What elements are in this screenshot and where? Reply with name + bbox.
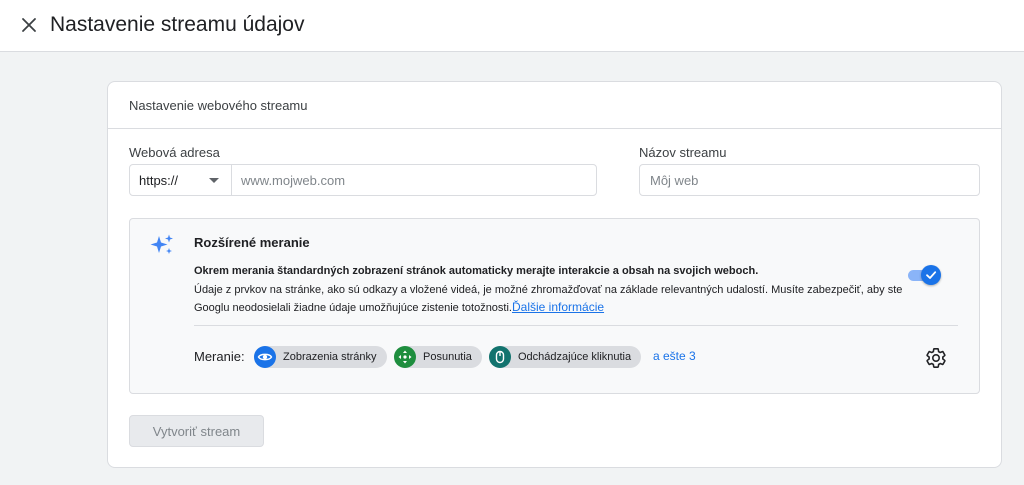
- gear-icon[interactable]: [925, 347, 947, 369]
- stream-name-label: Názov streamu: [639, 145, 727, 160]
- protocol-select[interactable]: https://: [130, 165, 232, 195]
- stream-name-input[interactable]: [639, 164, 980, 196]
- close-button[interactable]: [16, 12, 42, 38]
- url-field-group: https://: [129, 164, 597, 196]
- enhanced-measurement-summary: Okrem merania štandardných zobrazení str…: [194, 265, 759, 277]
- card-title: Nastavenie webového streamu: [129, 98, 308, 113]
- close-icon: [22, 18, 36, 32]
- check-icon: [926, 271, 937, 279]
- top-bar: Nastavenie streamu údajov: [0, 0, 1024, 52]
- enhanced-measurement-description: Údaje z prvkov na stránke, ako sú odkazy…: [194, 282, 914, 317]
- url-input[interactable]: [232, 165, 596, 195]
- chip-label: Zobrazenia stránky: [283, 351, 377, 363]
- create-stream-button[interactable]: Vytvoriť stream: [129, 415, 264, 447]
- enhanced-measurement-title: Rozšírené meranie: [194, 235, 310, 250]
- protocol-value: https://: [139, 172, 179, 188]
- chip-page-views[interactable]: Zobrazenia stránky: [254, 346, 387, 368]
- measuring-label: Meranie:: [194, 349, 245, 364]
- chip-outbound-clicks[interactable]: Odchádzajúce kliknutia: [489, 346, 642, 368]
- chip-scrolls[interactable]: Posunutia: [394, 346, 482, 368]
- more-measurements-link[interactable]: a ešte 3: [653, 349, 696, 363]
- divider: [194, 325, 958, 326]
- scroll-arrows-icon: [394, 346, 416, 368]
- eye-icon: [254, 346, 276, 368]
- web-stream-setup-card: Nastavenie webového streamu Webová adres…: [107, 81, 1002, 468]
- sparkle-icon: [150, 234, 173, 254]
- url-label: Webová adresa: [129, 145, 220, 160]
- chip-label: Posunutia: [423, 351, 472, 363]
- enhanced-measurement-toggle[interactable]: [907, 265, 941, 285]
- chip-label: Odchádzajúce kliknutia: [518, 351, 632, 363]
- mouse-icon: [489, 346, 511, 368]
- card-header: Nastavenie webového streamu: [108, 82, 1001, 129]
- learn-more-link[interactable]: Ďalšie informácie: [512, 300, 604, 314]
- toggle-knob: [921, 265, 941, 285]
- chevron-down-icon: [209, 178, 219, 183]
- page-title: Nastavenie streamu údajov: [50, 13, 305, 36]
- enhanced-measurement-panel: Rozšírené meranie Okrem merania štandard…: [129, 218, 980, 394]
